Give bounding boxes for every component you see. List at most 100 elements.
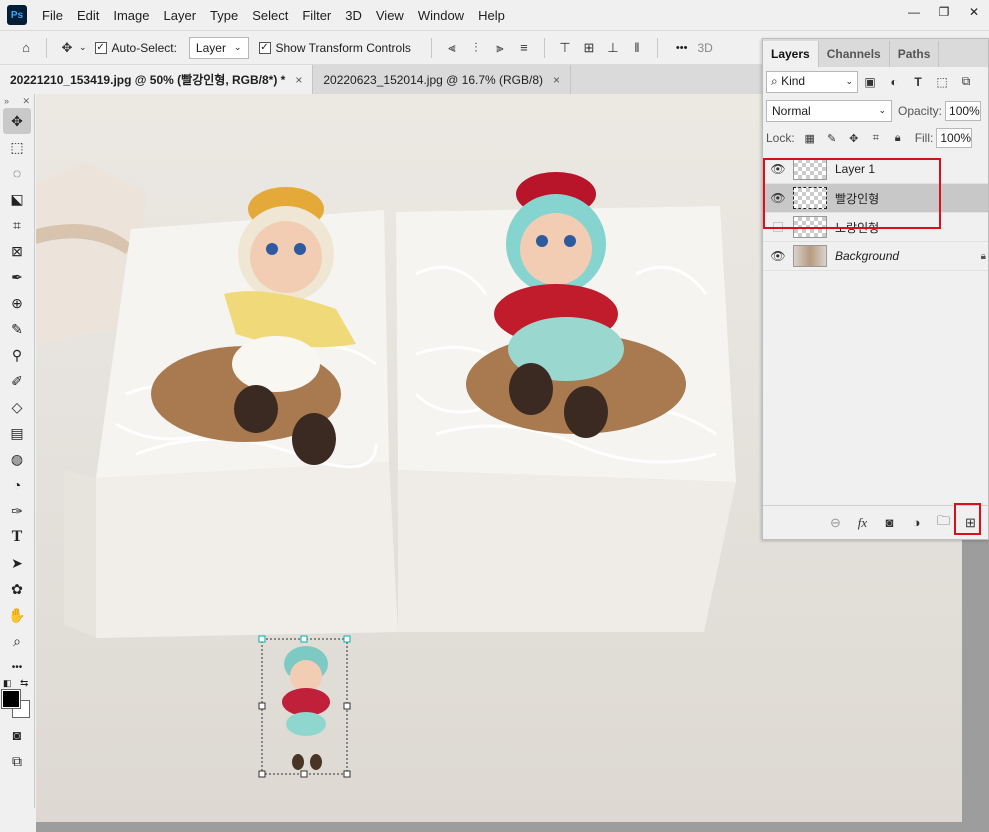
eye-icon[interactable]: 👁︎: [763, 249, 793, 263]
swap-colors-icon[interactable]: ⇆: [20, 678, 28, 689]
layer-row-background[interactable]: 👁︎ Background 🔒︎: [763, 242, 988, 271]
gradient-tool-icon[interactable]: ▤: [3, 420, 31, 446]
marquee-tool-icon[interactable]: ⬚: [3, 134, 31, 160]
default-colors-icon[interactable]: ◧: [3, 678, 12, 689]
close-tab-icon[interactable]: ×: [553, 73, 560, 87]
menu-select[interactable]: Select: [245, 8, 295, 23]
path-select-tool-icon[interactable]: ➤: [3, 550, 31, 576]
divider: [656, 37, 658, 58]
link-layers-icon[interactable]: ⊖: [822, 515, 849, 531]
divider: [46, 37, 47, 58]
menu-view[interactable]: View: [369, 8, 411, 23]
kind-filter-dropdown[interactable]: ⌕ Kind ⌄: [766, 70, 858, 93]
align-bottom-icon[interactable]: ⊥: [601, 38, 625, 58]
align-right-icon[interactable]: ⫸: [488, 38, 512, 58]
eraser-tool-icon[interactable]: ◇: [3, 394, 31, 420]
menu-window[interactable]: Window: [411, 8, 471, 23]
align-top-icon[interactable]: ⊤: [553, 38, 577, 58]
lock-transparency-icon[interactable]: ▦: [799, 132, 821, 145]
divider: [430, 37, 432, 58]
tab-layers[interactable]: Layers: [763, 41, 819, 67]
move-tool-icon[interactable]: ✥: [55, 38, 79, 58]
blur-tool-icon[interactable]: ◍: [3, 446, 31, 472]
add-mask-icon[interactable]: ◙: [876, 515, 903, 530]
brush-tool-icon[interactable]: ✎: [3, 316, 31, 342]
home-icon[interactable]: ⌂: [14, 38, 38, 58]
auto-select-value: Layer: [195, 40, 226, 55]
tab-channels[interactable]: Channels: [819, 41, 890, 67]
restore-icon[interactable]: ❐: [929, 0, 959, 24]
pen-tool-icon[interactable]: ✑: [3, 498, 31, 524]
layer-name: Background: [835, 249, 900, 263]
menu-layer[interactable]: Layer: [157, 8, 204, 23]
new-group-icon[interactable]: 🗀︎: [930, 512, 957, 534]
menu-file[interactable]: File: [35, 8, 70, 23]
stamp-tool-icon[interactable]: ⚲: [3, 342, 31, 368]
quick-mask-icon[interactable]: ◙: [3, 722, 31, 748]
opacity-input[interactable]: 100%: [945, 100, 982, 121]
color-swatches: ◧ ⇆: [0, 678, 34, 722]
toolbox: » ✕ ✥ ⬚ ◌ ⬕ ⌗ ⊠ ✒ ⊕ ✎ ⚲ ✐ ◇ ▤ ◍ ◔ ✑ T ➤ ✿…: [0, 94, 35, 808]
menu-image[interactable]: Image: [106, 8, 156, 23]
lock-icon: 🔒︎: [980, 250, 986, 262]
fx-icon[interactable]: fx: [849, 515, 876, 531]
move-tool-icon[interactable]: ✥: [3, 108, 31, 134]
eyedropper-tool-icon[interactable]: ✒: [3, 264, 31, 290]
screen-mode-icon[interactable]: ⧉: [3, 748, 31, 774]
close-window-icon[interactable]: ✕: [959, 0, 989, 24]
search-icon: ⌕: [771, 74, 782, 88]
show-transform-checkbox[interactable]: ✓: [258, 41, 271, 54]
quick-select-tool-icon[interactable]: ⬕: [3, 186, 31, 212]
minimize-icon[interactable]: —: [899, 0, 929, 24]
fill-input[interactable]: 100%: [936, 128, 973, 148]
frame-tool-icon[interactable]: ⊠: [3, 238, 31, 264]
more-tools-icon[interactable]: •••: [3, 654, 31, 680]
lasso-tool-icon[interactable]: ◌: [3, 160, 31, 186]
auto-select-dropdown[interactable]: Layer ⌄: [188, 36, 249, 59]
shape-tool-icon[interactable]: ✿: [3, 576, 31, 602]
toolbox-grip[interactable]: » ✕: [0, 94, 34, 108]
lock-all-icon[interactable]: 🔒︎: [887, 132, 909, 145]
pixel-filter-icon[interactable]: ▣: [858, 75, 882, 89]
tab-label: 20221210_153419.jpg @ 50% (빨강인형, RGB/8*)…: [10, 73, 286, 87]
align-center-icon[interactable]: ⫶: [464, 38, 488, 58]
distribute-icon[interactable]: ≡: [512, 38, 536, 58]
hand-tool-icon[interactable]: ✋: [3, 602, 31, 628]
align-left-icon[interactable]: ⫷: [440, 38, 464, 58]
tab-document-2[interactable]: 20220623_152014.jpg @ 16.7% (RGB/8) ×: [313, 65, 572, 94]
menu-filter[interactable]: Filter: [295, 8, 338, 23]
align-middle-icon[interactable]: ⊞: [577, 38, 601, 58]
lock-artboard-icon[interactable]: ⌗: [865, 132, 887, 145]
zoom-tool-icon[interactable]: ⌕: [3, 628, 31, 654]
menu-type[interactable]: Type: [203, 8, 245, 23]
lock-position-icon[interactable]: ✥: [843, 132, 865, 145]
menu-edit[interactable]: Edit: [70, 8, 106, 23]
layer-thumbnail: [793, 245, 827, 267]
healing-tool-icon[interactable]: ⊕: [3, 290, 31, 316]
tab-document-1[interactable]: 20221210_153419.jpg @ 50% (빨강인형, RGB/8*)…: [0, 65, 314, 94]
lock-pixels-icon[interactable]: ✎: [821, 132, 843, 145]
type-tool-icon[interactable]: T: [3, 524, 31, 550]
foreground-color-swatch[interactable]: [1, 689, 21, 709]
adjustment-filter-icon[interactable]: ◐: [882, 75, 906, 89]
distribute-vertical-icon[interactable]: ‖: [625, 38, 649, 58]
blend-row: Normal ⌄ Opacity: 100%: [763, 96, 988, 125]
fill-label: Fill:: [914, 131, 934, 145]
history-brush-icon[interactable]: ✐: [3, 368, 31, 394]
dodge-tool-icon[interactable]: ◔: [3, 472, 31, 498]
menu-3d[interactable]: 3D: [338, 8, 369, 23]
chevron-down-icon[interactable]: ⌄: [79, 42, 87, 53]
blend-mode-dropdown[interactable]: Normal ⌄: [766, 99, 892, 122]
type-filter-icon[interactable]: T: [906, 75, 930, 89]
tab-paths[interactable]: Paths: [890, 41, 940, 67]
kind-label: Kind: [781, 74, 806, 88]
auto-select-checkbox[interactable]: ✓: [94, 41, 107, 54]
crop-tool-icon[interactable]: ⌗: [3, 212, 31, 238]
smart-object-filter-icon[interactable]: ⧉: [954, 74, 978, 89]
menu-help[interactable]: Help: [471, 8, 512, 23]
shape-filter-icon[interactable]: ⬚: [930, 75, 954, 89]
lock-label: Lock:: [766, 131, 795, 145]
more-options-icon[interactable]: •••: [676, 42, 688, 54]
adjustment-layer-icon[interactable]: ◑: [903, 515, 930, 530]
close-tab-icon[interactable]: ×: [295, 73, 302, 87]
